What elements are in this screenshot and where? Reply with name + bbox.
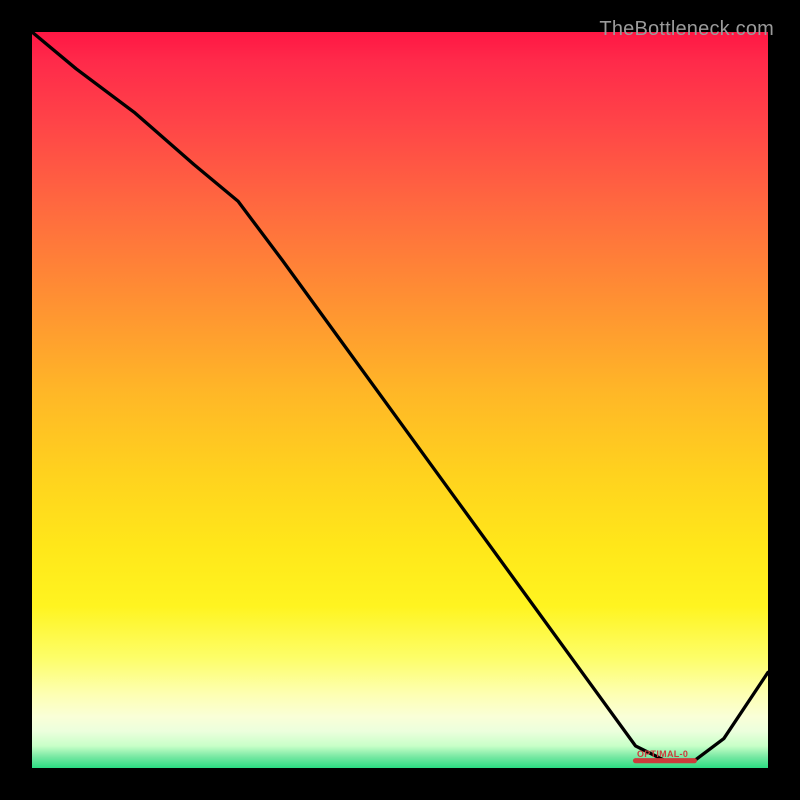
optimal-label: OPTIMAL-0 [637,749,688,759]
chart-plot-area: TheBottleneck.com OPTIMAL-0 [32,32,768,768]
chart-frame: TheBottleneck.com OPTIMAL-0 [16,16,784,784]
chart-series-curve [32,32,768,761]
chart-line-svg [32,32,768,768]
